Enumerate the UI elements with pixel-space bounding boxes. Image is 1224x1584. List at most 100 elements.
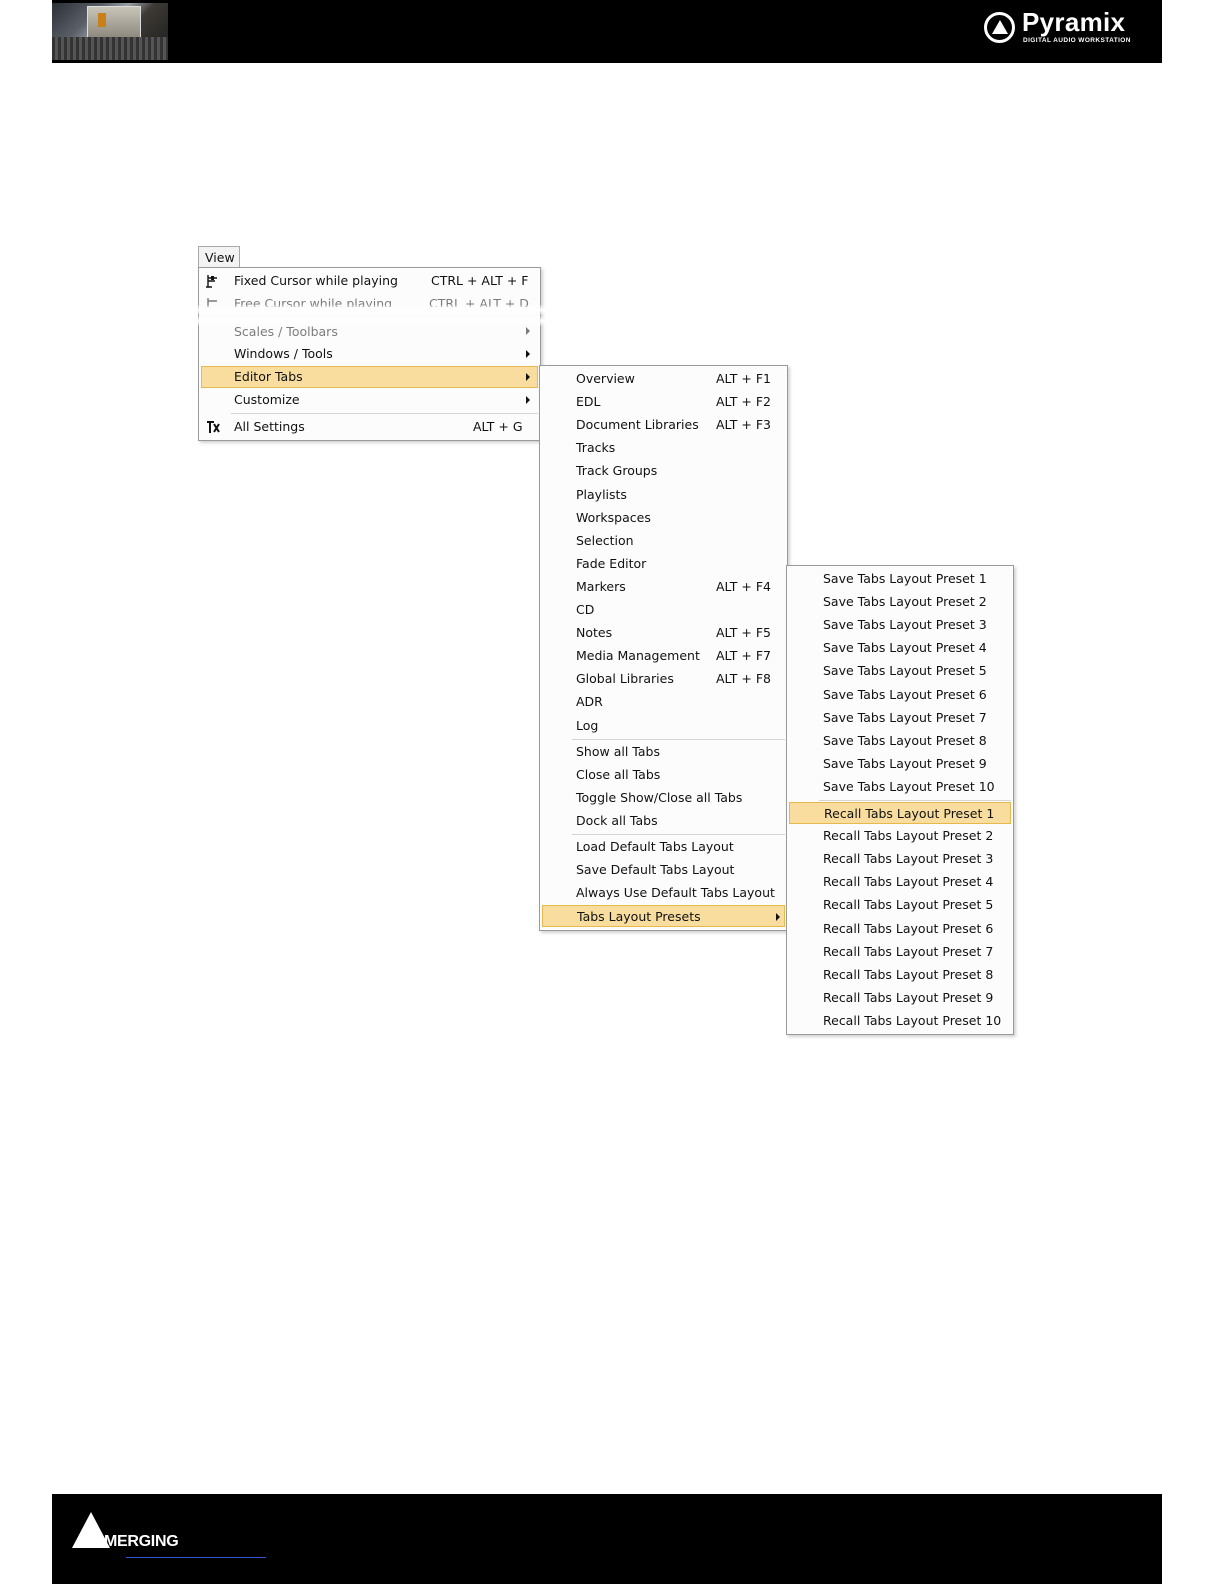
menu-item-shortcut: ALT + G [473,419,523,434]
menu-item-label: Recall Tabs Layout Preset 5 [823,897,994,913]
submenu-arrow-icon [526,373,530,381]
menu-separator [572,738,785,740]
menu-item-label: Recall Tabs Layout Preset 2 [823,828,994,844]
menu-item-save-preset-10[interactable]: Save Tabs Layout Preset 10 [789,776,1011,798]
menu-item-save-preset-2[interactable]: Save Tabs Layout Preset 2 [789,591,1011,613]
menu-item-shortcut: CTRL + ALT + F [431,273,529,288]
menu-item-label: Playlists [576,486,627,502]
menu-item-always-use-default-tabs-layout[interactable]: Always Use Default Tabs Layout [542,882,785,904]
menubar-view[interactable]: View [198,246,240,268]
menu-item-save-preset-7[interactable]: Save Tabs Layout Preset 7 [789,707,1011,729]
menu-item-label: Save Tabs Layout Preset 2 [823,594,987,610]
menu-item-label: Recall Tabs Layout Preset 6 [823,920,994,936]
menu-item-label: Save Tabs Layout Preset 6 [823,686,987,702]
menu-item-dock-all-tabs[interactable]: Dock all Tabs [542,810,785,832]
menu-item-label: Recall Tabs Layout Preset 9 [823,989,994,1005]
menu-item-show-all-tabs[interactable]: Show all Tabs [542,741,785,763]
menu-item-recall-preset-9[interactable]: Recall Tabs Layout Preset 9 [789,987,1011,1009]
menu-item-workspaces[interactable]: Workspaces [542,507,785,529]
menu-item-label: Show all Tabs [576,743,660,759]
menu-item-adr[interactable]: ADR [542,691,785,713]
submenu-arrow-icon [526,350,530,358]
menu-item-label: Save Tabs Layout Preset 9 [823,755,987,771]
menu-item-global-libraries[interactable]: Global Libraries ALT + F8 [542,668,785,690]
menu-item-label: ADR [576,694,603,710]
menu-separator [572,834,785,835]
menu-item-save-preset-3[interactable]: Save Tabs Layout Preset 3 [789,614,1011,636]
menu-item-selection[interactable]: Selection [542,530,785,552]
menu-item-recall-preset-2[interactable]: Recall Tabs Layout Preset 2 [789,825,1011,847]
menu-item-close-all-tabs[interactable]: Close all Tabs [542,764,785,786]
footer-link-underline[interactable] [126,1557,266,1558]
view-menu: Fixed Cursor while playing CTRL + ALT + … [198,267,541,441]
menu-item-editor-tabs[interactable]: Editor Tabs [201,366,538,388]
menu-item-log[interactable]: Log [542,715,785,737]
header-photo [52,3,168,60]
menu-item-save-preset-8[interactable]: Save Tabs Layout Preset 8 [789,730,1011,752]
menu-item-recall-preset-4[interactable]: Recall Tabs Layout Preset 4 [789,871,1011,893]
menu-item-label: Save Default Tabs Layout [576,862,735,878]
menu-item-toggle-show-close-all-tabs[interactable]: Toggle Show/Close all Tabs [542,787,785,809]
submenu-arrow-icon [776,913,780,922]
menu-item-label: Save Tabs Layout Preset 5 [823,663,987,679]
menu-item-label: Always Use Default Tabs Layout [576,885,775,901]
menu-item-playlists[interactable]: Playlists [542,484,785,506]
menu-item-label: Save Tabs Layout Preset 7 [823,709,987,725]
menu-item-fixed-cursor[interactable]: Fixed Cursor while playing CTRL + ALT + … [201,270,538,292]
menu-item-label: Markers [576,578,626,594]
menu-item-recall-preset-5[interactable]: Recall Tabs Layout Preset 5 [789,894,1011,916]
menu-item-tracks[interactable]: Tracks [542,437,785,459]
menu-item-label: All Settings [234,419,305,434]
menu-item-recall-preset-8[interactable]: Recall Tabs Layout Preset 8 [789,964,1011,986]
menu-item-label: Save Tabs Layout Preset 10 [823,778,995,794]
fixed-cursor-icon [206,275,217,288]
menu-item-edl[interactable]: EDL ALT + F2 [542,391,785,413]
submenu-arrow-icon [526,396,530,404]
pyramix-logo-icon [984,12,1015,43]
menu-item-overview[interactable]: Overview ALT + F1 [542,368,785,390]
screenshot-tear [196,316,546,326]
menu-item-label: Tracks [576,440,616,456]
menu-item-tabs-layout-presets[interactable]: Tabs Layout Presets [542,905,785,928]
menu-item-save-preset-6[interactable]: Save Tabs Layout Preset 6 [789,684,1011,706]
menu-item-notes[interactable]: Notes ALT + F5 [542,622,785,644]
menu-item-markers[interactable]: Markers ALT + F4 [542,576,785,598]
menu-item-recall-preset-3[interactable]: Recall Tabs Layout Preset 3 [789,848,1011,870]
menu-item-media-management[interactable]: Media Management ALT + F7 [542,645,785,667]
menu-item-label: Notes [576,625,613,641]
footer-brand: MERGING [104,1533,179,1550]
menu-item-customize[interactable]: Customize [201,389,538,411]
menu-item-label: Save Tabs Layout Preset 1 [823,571,987,586]
menu-item-label: Toggle Show/Close all Tabs [576,789,743,805]
menu-item-all-settings[interactable]: All Settings ALT + G [201,416,538,438]
menu-item-track-groups[interactable]: Track Groups [542,460,785,482]
tabs-layout-presets-menu: Save Tabs Layout Preset 1 Save Tabs Layou… [786,565,1014,1035]
menu-item-label: Media Management [576,648,700,664]
menu-item-label: Document Libraries [576,417,699,433]
menu-item-label: Overview [576,371,635,386]
menu-item-document-libraries[interactable]: Document Libraries ALT + F3 [542,414,785,436]
menubar-view-label: View [205,250,235,265]
menu-item-cd[interactable]: CD [542,599,785,621]
brand-tagline: DIGITAL AUDIO WORKSTATION [1023,37,1131,44]
menu-item-recall-preset-7[interactable]: Recall Tabs Layout Preset 7 [789,941,1011,963]
menu-item-windows-tools[interactable]: Windows / Tools [201,343,538,365]
menu-item-fade-editor[interactable]: Fade Editor [542,553,785,575]
menu-separator [231,413,538,414]
menu-item-save-preset-4[interactable]: Save Tabs Layout Preset 4 [789,637,1011,659]
menu-item-recall-preset-10[interactable]: Recall Tabs Layout Preset 10 [789,1010,1011,1032]
menu-item-label: Recall Tabs Layout Preset 4 [823,874,994,890]
menu-item-save-preset-5[interactable]: Save Tabs Layout Preset 5 [789,660,1011,682]
menu-item-recall-preset-1[interactable]: Recall Tabs Layout Preset 1 [789,802,1011,824]
menu-item-save-default-tabs-layout[interactable]: Save Default Tabs Layout [542,859,785,881]
menu-item-shortcut: ALT + F7 [716,648,771,664]
menu-item-save-preset-1[interactable]: Save Tabs Layout Preset 1 [789,568,1011,590]
menu-item-load-default-tabs-layout[interactable]: Load Default Tabs Layout [542,836,785,858]
menu-item-recall-preset-6[interactable]: Recall Tabs Layout Preset 6 [789,918,1011,940]
menu-item-label: Fixed Cursor while playing [234,273,398,288]
menu-item-shortcut: ALT + F3 [716,417,771,433]
menu-item-label: Recall Tabs Layout Preset 8 [823,966,994,982]
menu-item-label: Recall Tabs Layout Preset 7 [823,943,994,959]
menu-item-save-preset-9[interactable]: Save Tabs Layout Preset 9 [789,753,1011,775]
menu-item-label: Tabs Layout Presets [577,909,701,925]
